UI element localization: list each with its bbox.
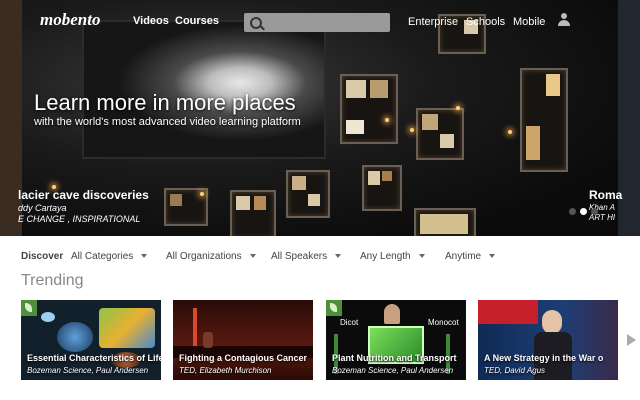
- video-card[interactable]: A New Strategy in the War o TED, David A…: [478, 300, 618, 380]
- slide-caption-current[interactable]: lacier cave discoveries ddy Cartaya E CH…: [18, 188, 149, 224]
- diagram-label: Monocot: [428, 318, 459, 327]
- card-author: Bozeman Science, Paul Andersen: [27, 366, 149, 375]
- discover-label: Discover: [21, 251, 64, 262]
- gallery-shelf: [340, 74, 398, 144]
- card-author: Bozeman Science, Paul Andersen: [332, 366, 454, 375]
- video-card[interactable]: Essential Characteristics of Life Bozema…: [21, 300, 161, 380]
- filter-length[interactable]: Any Length: [360, 251, 425, 262]
- user-icon[interactable]: [557, 13, 571, 27]
- nav-courses[interactable]: Courses: [175, 15, 219, 27]
- chevron-down-icon: [249, 254, 256, 259]
- filter-organizations[interactable]: All Organizations: [166, 251, 256, 262]
- gallery-shelf: [520, 68, 568, 172]
- card-title: Fighting a Contagious Cancer: [179, 353, 308, 363]
- leaf-icon: [21, 300, 37, 316]
- gallery-shelf: [230, 190, 276, 236]
- diagram-label: Dicot: [340, 318, 359, 327]
- mobento-logo[interactable]: mobento: [40, 10, 100, 30]
- card-title: A New Strategy in the War o: [484, 353, 604, 363]
- slide-dot[interactable]: [580, 208, 587, 215]
- chevron-down-icon: [489, 254, 496, 259]
- search-input[interactable]: [266, 15, 388, 32]
- slide-author: ddy Cartaya: [18, 203, 67, 213]
- chevron-down-icon: [141, 254, 148, 259]
- nav-enterprise[interactable]: Enterprise: [408, 16, 458, 28]
- card-author: TED, David Agus: [484, 366, 546, 375]
- leaf-icon: [326, 300, 342, 316]
- slide-caption-next[interactable]: Roma Khan A ART HI: [589, 188, 622, 222]
- slide-dot[interactable]: [569, 208, 576, 215]
- card-author: TED, Elizabeth Murchison: [179, 366, 272, 375]
- slide-tags: E CHANGE , INSPIRATIONAL: [18, 214, 141, 224]
- chevron-down-icon: [418, 254, 425, 259]
- gallery-shelf: [414, 208, 476, 236]
- card-title: Plant Nutrition and Transport: [332, 353, 457, 363]
- nav-mobile[interactable]: Mobile: [513, 16, 545, 28]
- chevron-down-icon: [335, 254, 342, 259]
- filter-speakers[interactable]: All Speakers: [271, 251, 342, 262]
- video-card[interactable]: Fighting a Contagious Cancer TED, Elizab…: [173, 300, 313, 380]
- trending-heading: Trending: [21, 272, 84, 289]
- discover-filter-bar: Discover All Categories All Organization…: [0, 244, 640, 268]
- video-card[interactable]: Dicot Monocot Plant Nutrition and Transp…: [326, 300, 466, 380]
- gallery-shelf: [416, 108, 464, 160]
- hero-banner[interactable]: mobento Videos Courses Enterprise School…: [0, 0, 640, 236]
- nav-schools[interactable]: Schools: [466, 16, 505, 28]
- gallery-shelf: [362, 165, 402, 211]
- card-title: Essential Characteristics of Life: [27, 353, 161, 363]
- search-box[interactable]: [244, 13, 390, 32]
- slide-dot[interactable]: [591, 208, 598, 215]
- search-icon[interactable]: [250, 17, 262, 29]
- slide-title: lacier cave discoveries: [18, 188, 149, 202]
- hero-subtitle: with the world's most advanced video lea…: [34, 116, 301, 128]
- hero-title: Learn more in more places: [34, 90, 296, 115]
- nav-videos[interactable]: Videos: [133, 15, 169, 27]
- next-arrow-icon[interactable]: [627, 334, 636, 346]
- filter-categories[interactable]: All Categories: [71, 251, 148, 262]
- filter-date[interactable]: Anytime: [445, 251, 496, 262]
- top-navigation: mobento Videos Courses Enterprise School…: [0, 0, 640, 44]
- gallery-shelf: [286, 170, 330, 218]
- slide-title: Roma: [589, 188, 623, 202]
